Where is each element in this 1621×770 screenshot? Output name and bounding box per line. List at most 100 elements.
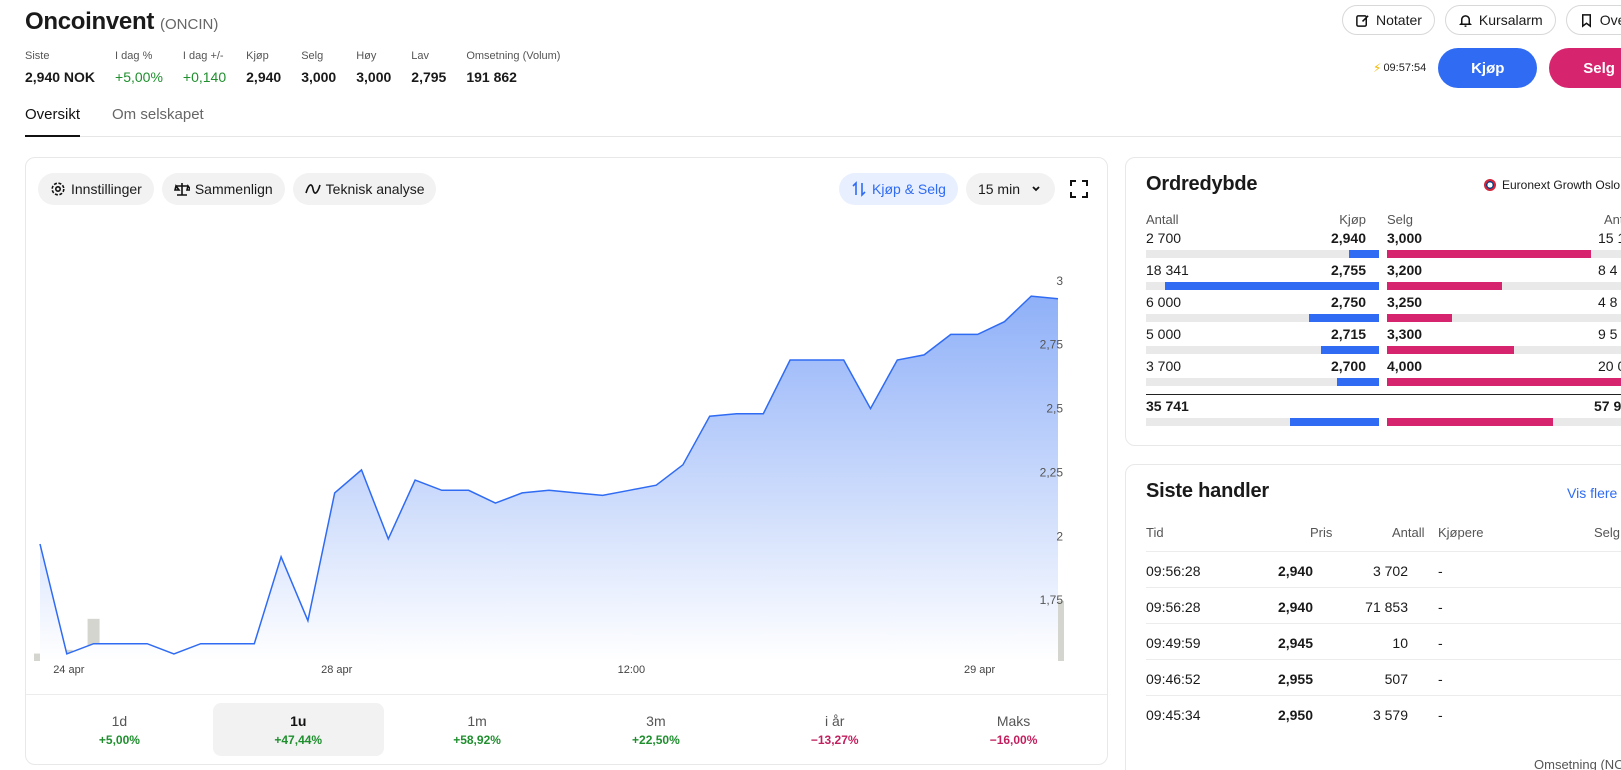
price-chart[interactable]: 3 2,75 2,5 2,25 2 1,75 24 apr 28 apr 12:00 29 ap… — [26, 213, 1107, 678]
total-ask-qty: 57 9 — [1594, 398, 1621, 414]
notes-button[interactable]: Notater — [1342, 5, 1435, 35]
ask-price[interactable]: 3,250 — [1387, 294, 1422, 310]
bell-icon — [1458, 14, 1472, 27]
range-1m[interactable]: 1m +58,92% — [392, 703, 563, 756]
trade-buyer: - — [1438, 635, 1443, 651]
bid-bar-track — [1146, 314, 1379, 322]
chevron-down-icon — [1032, 186, 1040, 192]
stat-label: Selg — [301, 50, 324, 62]
bid-qty: 5 000 — [1146, 326, 1182, 342]
quote-time: ⚡ 09:57:54 — [1373, 61, 1426, 75]
fullscreen-button[interactable] — [1063, 173, 1095, 205]
range-ytd[interactable]: i år −13,27% — [749, 703, 920, 756]
recent-trades-title: Siste handler — [1146, 480, 1269, 502]
bid-qty: 2 700 — [1146, 230, 1182, 246]
ask-qty: 8 4 — [1598, 262, 1618, 278]
watchlist-label: Over — [1599, 12, 1621, 28]
stat-value: +5,00% — [115, 69, 163, 85]
bid-price[interactable]: 2,715 — [1331, 326, 1366, 342]
show-more-link[interactable]: Vis flere — [1567, 485, 1617, 501]
ask-qty: 20 0 — [1598, 358, 1621, 374]
order-depth-row: 5 000 2,715 3,300 9 5 — [1146, 326, 1621, 358]
ask-bar-track — [1387, 346, 1621, 354]
buy-sell-toggle[interactable]: Kjøp & Selg — [839, 173, 958, 205]
settings-button[interactable]: Innstillinger — [38, 173, 154, 205]
stat-value: 2,795 — [411, 69, 447, 85]
tab-om-selskapet[interactable]: Om selskapet — [112, 100, 204, 137]
compare-button[interactable]: Sammenlign — [161, 173, 285, 205]
stat-ask: Selg 3,000 — [301, 50, 336, 86]
ask-price[interactable]: 4,000 — [1387, 358, 1422, 374]
order-depth-total: 35 741 57 9 — [1146, 398, 1621, 430]
scale-icon — [173, 183, 190, 196]
order-depth-title: Ordredybde — [1146, 173, 1258, 195]
trade-buyer: - — [1438, 599, 1443, 615]
price-area — [40, 296, 1058, 661]
trade-buyer: - — [1438, 707, 1443, 723]
stat-value: 3,000 — [301, 69, 337, 85]
price-alarm-button[interactable]: Kursalarm — [1444, 5, 1556, 35]
stat-label: Omsetning (Volum) — [466, 50, 561, 62]
ask-bar — [1387, 378, 1621, 386]
trade-qty: 10 — [1392, 635, 1408, 651]
edit-note-icon — [1356, 14, 1369, 27]
x-axis-ticks: 24 apr 28 apr 12:00 29 apr — [53, 664, 995, 676]
ask-price[interactable]: 3,000 — [1387, 230, 1422, 246]
range-change: −13,27% — [810, 732, 859, 747]
range-1d[interactable]: 1d +5,00% — [34, 703, 205, 756]
x-tick-label: 12:00 — [618, 664, 646, 676]
range-1u[interactable]: 1u +47,44% — [212, 703, 384, 756]
bid-bar-track — [1146, 346, 1379, 354]
range-label: 1m — [467, 712, 487, 729]
chart-card: Innstillinger Sammenlign Teknisk analyse… — [25, 157, 1108, 765]
ask-price[interactable]: 3,300 — [1387, 326, 1422, 342]
range-label: Maks — [996, 712, 1031, 729]
bid-price[interactable]: 2,940 — [1331, 230, 1366, 246]
page-tabs: Oversikt Om selskapet — [25, 100, 1621, 137]
trade-time: 09:49:59 — [1146, 635, 1201, 651]
buy-sell-label: Kjøp & Selg — [872, 181, 946, 197]
stat-label: Høy — [356, 50, 377, 62]
watchlist-button[interactable]: Over — [1565, 5, 1621, 35]
sell-button[interactable]: Selg — [1549, 48, 1621, 88]
x-tick-label: 29 apr — [964, 664, 996, 676]
order-depth-card: Ordredybde Euronext Growth Oslo Antall K… — [1125, 157, 1621, 446]
bid-price[interactable]: 2,750 — [1331, 294, 1366, 310]
top-actions: Notater Kursalarm Over — [1342, 5, 1621, 35]
stat-value: 2,940 NOK — [25, 69, 96, 85]
total-bid-track — [1146, 418, 1379, 426]
range-3m[interactable]: 3m +22,50% — [570, 703, 741, 756]
trade-price: 2,955 — [1277, 671, 1313, 687]
x-tick-label: 28 apr — [321, 664, 353, 676]
bid-price[interactable]: 2,755 — [1331, 262, 1366, 278]
tab-oversikt[interactable]: Oversikt — [25, 100, 81, 137]
trade-time: 09:46:52 — [1146, 671, 1201, 687]
stat-siste: Siste 2,940 NOK — [25, 50, 95, 86]
y-tick-label: 2,75 — [1040, 338, 1064, 352]
range-label: 3m — [646, 712, 666, 729]
trades-header: Tid Pris Antall Kjøpere Selg — [1146, 525, 1621, 541]
bid-bar — [1309, 314, 1379, 322]
total-ask-bar — [1387, 418, 1553, 426]
bid-bar — [1320, 346, 1379, 354]
stat-volume: Omsetning (Volum) 191 862 — [466, 50, 560, 86]
norway-flag-icon — [1484, 179, 1496, 191]
ask-bar — [1387, 282, 1503, 290]
header-ask-qty: Ant — [1604, 212, 1621, 227]
range-change: +47,44% — [274, 732, 323, 747]
order-depth-header: Antall Kjøp Selg Ant — [1146, 212, 1621, 228]
range-label: 1d — [111, 712, 128, 729]
trade-time: 09:56:28 — [1146, 599, 1201, 615]
range-max[interactable]: Maks −16,00% — [928, 703, 1099, 756]
exchange-selector[interactable]: Euronext Growth Oslo — [1484, 178, 1620, 192]
y-tick-label: 3 — [1056, 274, 1063, 288]
quote-time-value: 09:57:54 — [1383, 62, 1427, 74]
technical-analysis-button[interactable]: Teknisk analyse — [292, 173, 437, 205]
y-tick-label: 1,75 — [1040, 593, 1064, 607]
range-change: +58,92% — [453, 732, 501, 747]
ask-price[interactable]: 3,200 — [1387, 262, 1422, 278]
buy-button[interactable]: Kjøp — [1438, 48, 1538, 88]
ask-qty: 15 1 — [1598, 230, 1621, 246]
interval-select[interactable]: 15 min — [965, 173, 1055, 205]
bid-price[interactable]: 2,700 — [1331, 358, 1366, 374]
